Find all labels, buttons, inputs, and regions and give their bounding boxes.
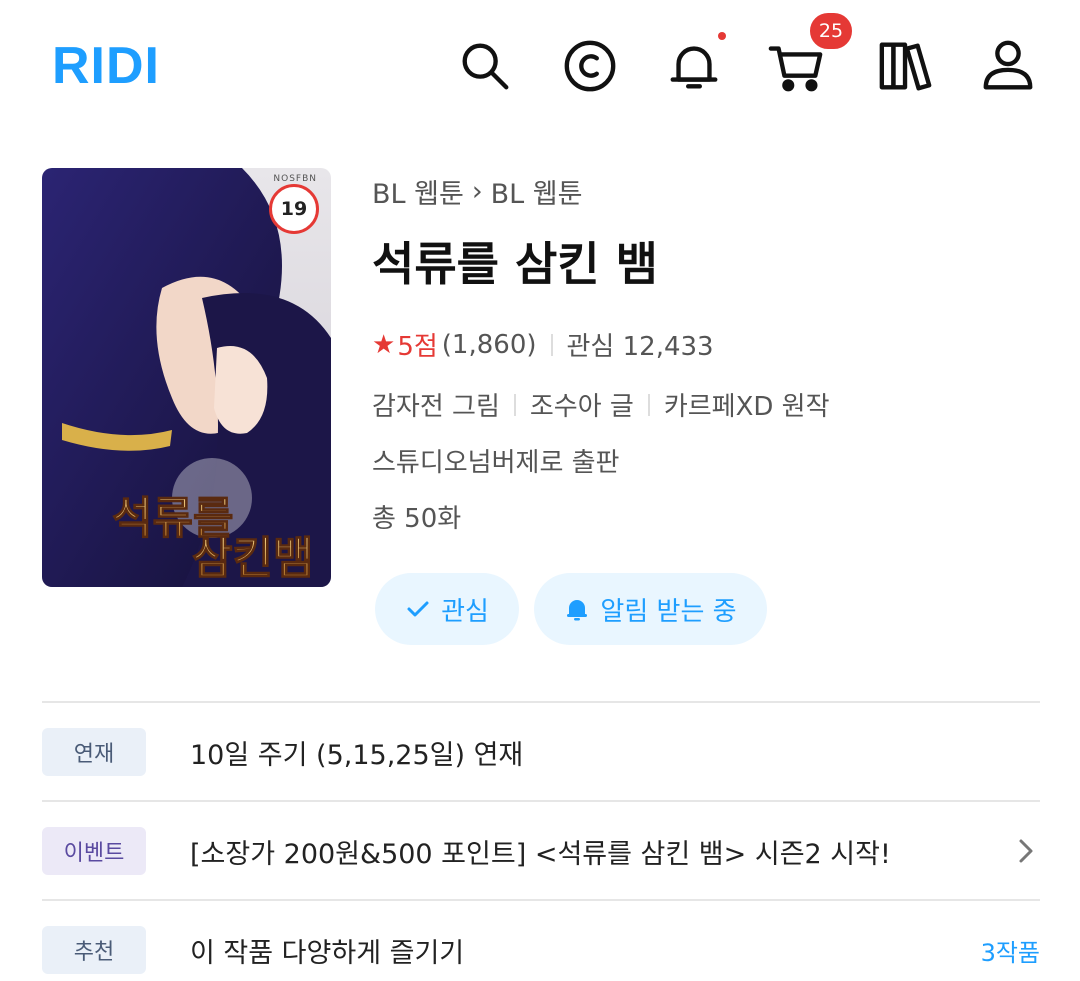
book-title: 석류를 삼킨 뱀: [372, 237, 658, 291]
breadcrumb-item[interactable]: BL 웹툰: [372, 172, 464, 211]
cover-brand: NOSFBN: [273, 174, 317, 184]
star-icon: ★: [372, 329, 396, 360]
interest-count: 관심 12,433: [566, 332, 714, 362]
notify-label: 알림 받는 중: [600, 596, 737, 627]
divider: [550, 333, 553, 356]
interest-button[interactable]: 관심: [375, 573, 519, 645]
serial-text: 10일 주기 (5,15,25일) 연재: [190, 739, 524, 771]
breadcrumb-item[interactable]: BL 웹툰: [491, 172, 583, 211]
event-text[interactable]: [소장가 200원&500 포인트] <석류를 삼킨 뱀> 시즌2 시작!: [190, 832, 891, 871]
credits-row: 감자전 그림 조수아 글 카르페XD 원작: [372, 386, 830, 423]
publisher[interactable]: 스튜디오넘버제로 출판: [372, 442, 619, 479]
recommend-count-link[interactable]: 3작품: [981, 933, 1040, 968]
user-icon[interactable]: [978, 36, 1038, 96]
ridi-logo[interactable]: RIDI: [52, 36, 160, 96]
search-icon[interactable]: [455, 36, 515, 96]
bell-filled-icon: [567, 600, 588, 621]
episode-count: 총 50화: [372, 504, 462, 534]
cash-icon[interactable]: [560, 36, 620, 96]
book-cover[interactable]: 석류를 삼킨뱀 NOSFBN 19: [42, 168, 331, 587]
publisher-row: 스튜디오넘버제로 출판: [372, 442, 619, 479]
cart-count-badge: 25: [808, 11, 854, 51]
notification-dot: [718, 32, 726, 40]
episodes-row: 총 50화: [372, 498, 461, 535]
notify-button[interactable]: 알림 받는 중: [534, 573, 767, 645]
breadcrumb: BL 웹툰 › BL 웹툰: [372, 172, 582, 211]
serial-row: 연재 10일 주기 (5,15,25일) 연재: [42, 703, 1040, 801]
credit-writer[interactable]: 조수아 글: [530, 386, 634, 423]
credit-original[interactable]: 카르페XD 원작: [664, 386, 830, 423]
rating-count[interactable]: (1,860): [442, 330, 537, 360]
check-icon: [407, 601, 429, 617]
rating-score: 5점: [397, 332, 438, 362]
event-tag: 이벤트: [42, 827, 146, 875]
recommend-text: 이 작품 다양하게 즐기기: [190, 937, 465, 969]
chevron-right-icon[interactable]: [1010, 836, 1040, 866]
divider: [647, 393, 650, 416]
recommend-row: 추천 이 작품 다양하게 즐기기 3작품: [42, 901, 1040, 981]
chevron-right-icon: ›: [471, 176, 483, 207]
top-header: RIDI 25: [0, 0, 1080, 130]
bell-icon[interactable]: [664, 36, 724, 96]
library-icon[interactable]: [876, 36, 936, 96]
credit-illustrator[interactable]: 감자전 그림: [372, 386, 500, 423]
serial-tag: 연재: [42, 728, 146, 776]
age-rating-badge: 19: [269, 184, 319, 234]
interest-label: 관심: [441, 596, 489, 627]
svg-text:삼킨뱀: 삼킨뱀: [192, 533, 313, 584]
rating-row: ★ 5점 (1,860) 관심 12,433: [372, 326, 714, 363]
recommend-tag: 추천: [42, 926, 146, 974]
event-row[interactable]: 이벤트 [소장가 200원&500 포인트] <석류를 삼킨 뱀> 시즌2 시작…: [42, 802, 1040, 900]
divider: [513, 393, 516, 416]
